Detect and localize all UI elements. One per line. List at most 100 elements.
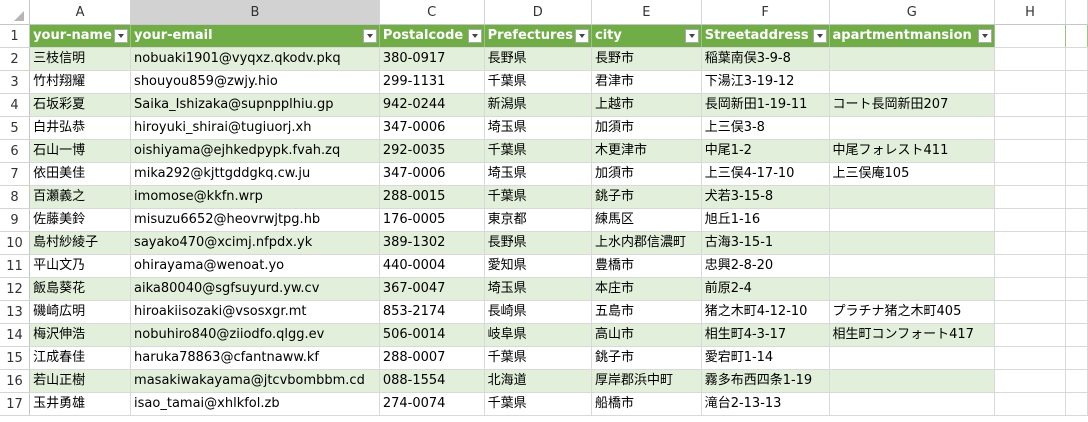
empty-cell[interactable] (994, 346, 1066, 370)
row-header[interactable]: 13 (0, 300, 31, 324)
filter-dropdown-icon[interactable] (114, 29, 129, 43)
column-header-b[interactable]: B (130, 0, 380, 25)
column-header-g[interactable]: G (829, 0, 996, 25)
row-header[interactable]: 16 (0, 369, 31, 393)
table-cell[interactable]: 岐阜県 (484, 323, 592, 347)
table-cell[interactable]: 新潟県 (484, 93, 592, 117)
filter-dropdown-icon[interactable] (362, 29, 377, 43)
empty-cell[interactable] (994, 70, 1066, 94)
header-cell[interactable]: Prefectures (484, 24, 592, 48)
table-cell[interactable]: 愛知県 (484, 254, 592, 278)
empty-cell[interactable] (994, 254, 1066, 278)
table-cell[interactable]: 船橋市 (591, 392, 702, 416)
table-cell[interactable]: 五島市 (591, 300, 702, 324)
header-cell[interactable]: your-name (29, 24, 132, 48)
table-cell[interactable]: 厚岸郡浜中町 (591, 369, 702, 393)
table-cell[interactable]: misuzu6652@heovrwjtpg.hb (130, 208, 380, 232)
header-cell[interactable]: apartmentmansion (829, 24, 996, 48)
column-header-f[interactable]: F (701, 0, 830, 25)
table-cell[interactable]: 千葉県 (484, 392, 592, 416)
empty-cell[interactable] (994, 231, 1066, 255)
table-cell[interactable]: 三枝信明 (29, 47, 132, 71)
column-header-h[interactable]: H (994, 0, 1066, 25)
empty-cell[interactable] (994, 93, 1066, 117)
table-cell[interactable]: 銚子市 (591, 346, 702, 370)
table-cell[interactable]: 梅沢伸浩 (29, 323, 132, 347)
header-cell[interactable]: Postalcode (379, 24, 485, 48)
table-cell[interactable]: 犬若3-15-8 (701, 185, 830, 209)
row-header[interactable]: 5 (0, 116, 31, 140)
row-header[interactable]: 17 (0, 392, 31, 416)
filter-dropdown-icon[interactable] (684, 29, 699, 43)
table-cell[interactable]: imomose@kkfn.wrp (130, 185, 380, 209)
table-cell[interactable]: mika292@kjttgddgkq.cw.ju (130, 162, 380, 186)
table-cell[interactable]: 石山一博 (29, 139, 132, 163)
table-cell[interactable]: 上三俣4-17-10 (701, 162, 830, 186)
empty-cell[interactable] (994, 24, 1066, 48)
table-cell[interactable]: 299-1131 (379, 70, 485, 94)
row-header[interactable]: 1 (0, 24, 31, 48)
table-cell[interactable] (829, 116, 996, 140)
table-cell[interactable]: isao_tamai@xhlkfol.zb (130, 392, 380, 416)
table-cell[interactable]: 中尾フォレスト411 (829, 139, 996, 163)
row-header[interactable]: 8 (0, 185, 31, 209)
row-header[interactable]: 2 (0, 47, 31, 71)
table-cell[interactable]: 竹村翔耀 (29, 70, 132, 94)
table-cell[interactable]: 旭丘1-16 (701, 208, 830, 232)
table-cell[interactable]: 忠興2-8-20 (701, 254, 830, 278)
table-cell[interactable]: 千葉県 (484, 139, 592, 163)
table-cell[interactable]: 平山文乃 (29, 254, 132, 278)
table-cell[interactable]: 506-0014 (379, 323, 485, 347)
empty-cell[interactable] (994, 162, 1066, 186)
table-cell[interactable] (829, 254, 996, 278)
table-cell[interactable]: 292-0035 (379, 139, 485, 163)
table-cell[interactable]: コート長岡新田207 (829, 93, 996, 117)
row-header[interactable]: 9 (0, 208, 31, 232)
table-cell[interactable] (829, 70, 996, 94)
row-header[interactable]: 7 (0, 162, 31, 186)
table-cell[interactable]: shouyou859@zwjy.hio (130, 70, 380, 94)
table-cell[interactable]: 288-0007 (379, 346, 485, 370)
table-cell[interactable]: 本庄市 (591, 277, 702, 301)
table-cell[interactable]: 埼玉県 (484, 116, 592, 140)
table-cell[interactable]: haruka78863@cfantnaww.kf (130, 346, 380, 370)
table-cell[interactable]: 下湯江3-19-12 (701, 70, 830, 94)
column-header-c[interactable]: C (379, 0, 485, 25)
table-cell[interactable]: 埼玉県 (484, 277, 592, 301)
table-cell[interactable]: 豊橋市 (591, 254, 702, 278)
table-cell[interactable]: 前原2-4 (701, 277, 830, 301)
table-cell[interactable]: 銚子市 (591, 185, 702, 209)
select-all-corner[interactable] (0, 0, 31, 25)
table-cell[interactable]: 上三俣3-8 (701, 116, 830, 140)
table-cell[interactable]: 霧多布西四条1-19 (701, 369, 830, 393)
table-cell[interactable]: 若山正樹 (29, 369, 132, 393)
table-cell[interactable]: 千葉県 (484, 70, 592, 94)
empty-cell[interactable] (994, 185, 1066, 209)
table-cell[interactable]: 飯島葵花 (29, 277, 132, 301)
table-cell[interactable]: プラチナ猪之木町405 (829, 300, 996, 324)
table-cell[interactable]: 176-0005 (379, 208, 485, 232)
table-cell[interactable]: 稲葉南俣3-9-8 (701, 47, 830, 71)
table-cell[interactable]: 石坂彩夏 (29, 93, 132, 117)
table-cell[interactable]: 磯崎広明 (29, 300, 132, 324)
row-header[interactable]: 4 (0, 93, 31, 117)
table-cell[interactable]: 練馬区 (591, 208, 702, 232)
table-cell[interactable]: oishiyama@ejhkedpypk.fvah.zq (130, 139, 380, 163)
table-cell[interactable]: 千葉県 (484, 185, 592, 209)
row-header[interactable]: 15 (0, 346, 31, 370)
table-cell[interactable]: Saika_Ishizaka@supnpplhiu.gp (130, 93, 380, 117)
table-cell[interactable]: 長崎県 (484, 300, 592, 324)
table-cell[interactable]: 上水内郡信濃町 (591, 231, 702, 255)
table-cell[interactable]: ohirayama@wenoat.yo (130, 254, 380, 278)
row-header[interactable]: 11 (0, 254, 31, 278)
header-cell[interactable]: Streetaddress (701, 24, 830, 48)
table-cell[interactable]: 東京都 (484, 208, 592, 232)
table-cell[interactable] (829, 277, 996, 301)
table-cell[interactable]: 274-0074 (379, 392, 485, 416)
row-header[interactable]: 12 (0, 277, 31, 301)
table-cell[interactable]: 木更津市 (591, 139, 702, 163)
header-cell[interactable]: city (591, 24, 702, 48)
table-cell[interactable]: sayako470@xcimj.nfpdx.yk (130, 231, 380, 255)
table-cell[interactable]: hiroakiisozaki@vsosxgr.mt (130, 300, 380, 324)
table-cell[interactable]: 北海道 (484, 369, 592, 393)
